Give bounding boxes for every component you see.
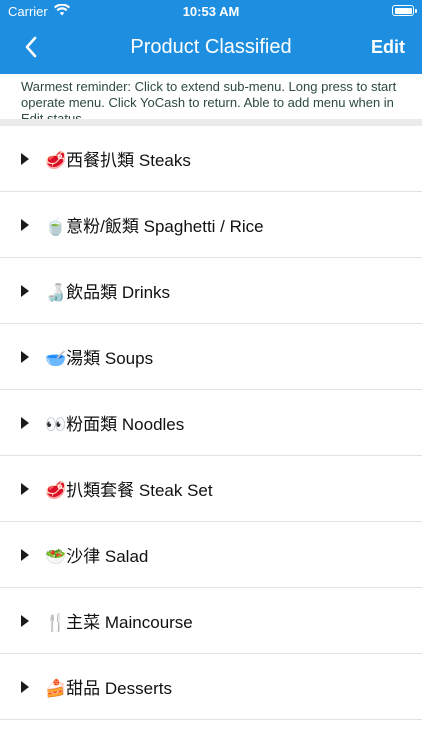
expand-caret-icon	[21, 548, 29, 561]
reminder-text: Warmest reminder: Click to extend sub-me…	[21, 79, 397, 119]
edit-button[interactable]: Edit	[371, 37, 405, 58]
category-item-noodles[interactable]: 👀粉面類 Noodles	[0, 390, 422, 456]
category-label: 🥣湯類 Soups	[45, 349, 154, 368]
category-item-drinks[interactable]: 🍶飲品類 Drinks	[0, 258, 422, 324]
category-label: 🥩扒類套餐 Steak Set	[45, 481, 213, 500]
category-item-steaks[interactable]: 🥩西餐扒類 Steaks	[0, 126, 422, 192]
expand-caret-icon	[21, 416, 29, 429]
category-item-salad[interactable]: 🥗沙律 Salad	[0, 522, 422, 588]
status-bar: Carrier 10:53 AM	[0, 0, 422, 22]
expand-caret-icon	[21, 614, 29, 627]
category-list: 🥩西餐扒類 Steaks 🍵意粉/飯類 Spaghetti / Rice 🍶飲品…	[0, 126, 422, 720]
expand-caret-icon	[21, 152, 29, 165]
category-label: 👀粉面類 Noodles	[45, 415, 185, 434]
section-divider	[0, 119, 422, 126]
expand-caret-icon	[21, 482, 29, 495]
category-label: 🍶飲品類 Drinks	[45, 283, 171, 302]
category-label: 🥗沙律 Salad	[45, 547, 149, 566]
category-label: 🍵意粉/飯類 Spaghetti / Rice	[45, 217, 264, 236]
header: Carrier 10:53 AM Product Classified Edit	[0, 0, 422, 74]
battery-icon	[392, 5, 417, 16]
category-label: 🥩西餐扒類 Steaks	[45, 151, 191, 170]
status-time: 10:53 AM	[182, 4, 240, 19]
category-item-desserts[interactable]: 🍰甜品 Desserts	[0, 654, 422, 720]
nav-bar: Product Classified Edit	[0, 22, 422, 74]
expand-caret-icon	[21, 284, 29, 297]
category-item-maincourse[interactable]: 🍴主菜 Maincourse	[0, 588, 422, 654]
category-item-steak-set[interactable]: 🥩扒類套餐 Steak Set	[0, 456, 422, 522]
category-item-soups[interactable]: 🥣湯類 Soups	[0, 324, 422, 390]
category-item-spaghetti-rice[interactable]: 🍵意粉/飯類 Spaghetti / Rice	[0, 192, 422, 258]
category-label: 🍰甜品 Desserts	[45, 679, 172, 698]
chevron-left-icon	[24, 36, 38, 63]
expand-caret-icon	[21, 218, 29, 231]
back-button[interactable]	[16, 34, 46, 64]
category-label: 🍴主菜 Maincourse	[45, 613, 193, 632]
expand-caret-icon	[21, 680, 29, 693]
expand-caret-icon	[21, 350, 29, 363]
page-title: Product Classified	[130, 36, 292, 58]
